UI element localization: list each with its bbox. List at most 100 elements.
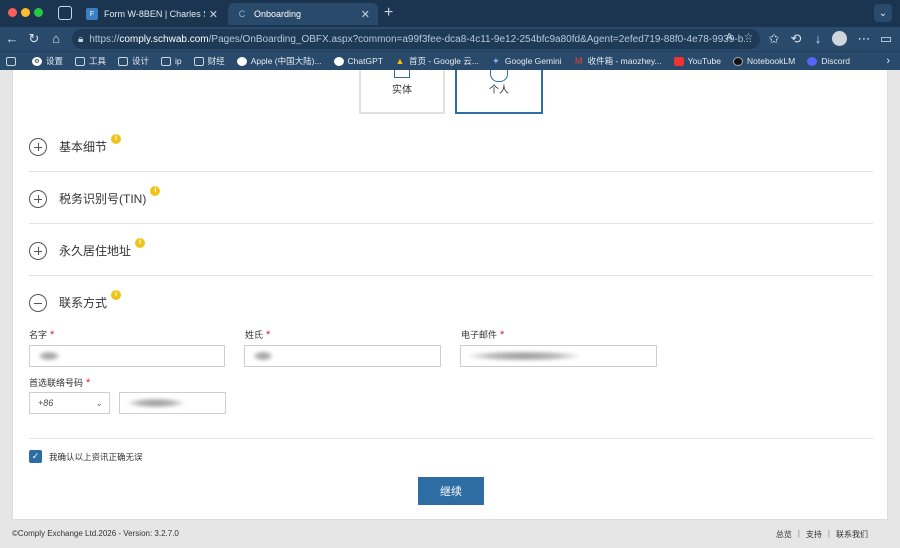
chatgpt-icon <box>333 56 344 66</box>
bookmark-ip[interactable]: ip <box>161 56 182 66</box>
section-basic-details[interactable]: 基本细节i <box>29 120 873 172</box>
tab-actions-icon[interactable] <box>58 6 72 20</box>
info-icon[interactable]: i <box>150 186 161 196</box>
expand-plus-icon[interactable] <box>29 242 47 260</box>
bookmarks-toggle[interactable] <box>6 56 20 66</box>
tab-title: Form W-8BEN | Charles Schwab <box>104 9 205 19</box>
discord-icon <box>807 56 818 66</box>
folder-icon <box>118 56 129 66</box>
confirm-checkbox[interactable]: ✓ <box>29 450 42 463</box>
home-icon[interactable]: ⌂ <box>48 31 64 46</box>
gear-icon: ⚙ <box>32 56 42 66</box>
last-name-input[interactable] <box>244 345 441 367</box>
expand-plus-icon[interactable] <box>29 138 47 156</box>
footer-link-overview[interactable]: 总览 <box>776 529 792 540</box>
tab-form-w8ben[interactable]: F Form W-8BEN | Charles Schwab ✕ <box>78 3 226 25</box>
bookmark-google-drive[interactable]: ▲ 首页 - Google 云... <box>395 55 479 67</box>
bookmark-youtube[interactable]: YouTube <box>673 56 722 66</box>
confirm-label: 我确认以上资讯正确无误 <box>49 452 143 462</box>
section-permanent-address[interactable]: 永久居住地址i <box>29 224 873 276</box>
phone-label: 首选联络号码 * <box>29 377 91 389</box>
close-tab-icon[interactable]: ✕ <box>361 8 370 21</box>
apple-icon <box>236 56 247 66</box>
continue-button[interactable]: 继续 <box>418 477 484 505</box>
download-icon[interactable]: ↓ <box>810 31 826 46</box>
browser-toolbar: ← ↻ ⌂ 🔒︎ https://comply.schwab.com/Pages… <box>0 27 900 51</box>
tab-title: Onboarding <box>254 9 302 19</box>
collapse-minus-icon[interactable] <box>29 294 47 312</box>
page-viewport: 实体 个人 基本细节i 税务识别号(TIN)i 永久居住地址i 联系方式i 名字… <box>0 70 900 548</box>
footer-separator: | <box>827 529 830 538</box>
footer-links: 总览 | 支持 | 联系我们 <box>770 529 874 540</box>
entity-type-tile-entity[interactable]: 实体 <box>359 70 445 114</box>
bookmark-label: 首页 - Google 云... <box>408 56 479 66</box>
bookmark-label: 设置 <box>46 56 64 66</box>
url-scheme: https:// <box>89 33 120 45</box>
footer-link-support[interactable]: 支持 <box>806 529 822 540</box>
more-menu-icon[interactable]: ⋯ <box>856 31 872 47</box>
chevron-down-icon[interactable]: ⌄ <box>874 4 892 22</box>
favorite-star-icon[interactable]: ☆ <box>744 32 753 43</box>
section-title: 永久居住地址i <box>59 238 146 259</box>
tile-label: 实体 <box>392 85 412 96</box>
gmail-icon: M <box>574 56 583 66</box>
tab-onboarding[interactable]: C Onboarding ✕ <box>228 3 378 25</box>
required-asterisk: * <box>86 377 91 389</box>
footer-link-contact[interactable]: 联系我们 <box>836 529 868 540</box>
history-icon[interactable]: ⟲ <box>788 31 804 47</box>
bookmark-design[interactable]: 设计 <box>118 55 149 67</box>
bookmark-label: Google Gemini <box>504 56 562 66</box>
copyright-text: ©Comply Exchange Ltd.2026 - Version: 3.2… <box>12 529 179 538</box>
first-name-input[interactable] <box>29 345 225 367</box>
bookmark-tools[interactable]: 工具 <box>75 55 106 67</box>
reload-icon[interactable]: ↻ <box>26 31 42 47</box>
notebooklm-icon <box>733 56 744 66</box>
profile-avatar[interactable] <box>832 31 847 46</box>
favorites-icon[interactable]: ✩ <box>766 31 782 47</box>
chevron-right-icon[interactable]: › <box>886 55 890 67</box>
bookmark-gmail[interactable]: M 收件箱 - maozhey... <box>574 55 662 67</box>
new-tab-button[interactable]: + <box>384 4 393 22</box>
back-arrow-icon[interactable]: ← <box>4 31 20 46</box>
required-asterisk: * <box>50 329 55 341</box>
bookmarks-bar: ⚙ 设置 工具 设计 ip 财经 Apple (中国大陆)... ChatGPT … <box>0 51 900 70</box>
bookmark-label: YouTube <box>687 56 722 66</box>
sidebar-toggle-icon[interactable]: ▭ <box>878 31 894 47</box>
bookmark-apple[interactable]: Apple (中国大陆)... <box>236 55 322 67</box>
bookmark-discord[interactable]: Discord <box>807 56 850 66</box>
required-asterisk: * <box>266 329 271 341</box>
section-title: 基本细节i <box>59 134 122 155</box>
bookmark-gemini[interactable]: ✦ Google Gemini <box>491 56 562 67</box>
close-tab-icon[interactable]: ✕ <box>209 8 218 21</box>
bookmark-label: 财经 <box>207 56 225 66</box>
bookmark-finance[interactable]: 财经 <box>193 55 225 67</box>
email-input[interactable] <box>460 345 657 367</box>
url-path: /Pages/OnBoarding_OBFX.aspx?common=a99f3… <box>208 33 752 45</box>
address-bar[interactable]: 🔒︎ https://comply.schwab.com/Pages/OnBoa… <box>72 29 760 49</box>
url-host: comply.schwab.com <box>119 33 209 45</box>
section-tin[interactable]: 税务识别号(TIN)i <box>29 172 873 224</box>
onboarding-form-card: 实体 个人 基本细节i 税务识别号(TIN)i 永久居住地址i 联系方式i 名字… <box>12 70 888 520</box>
minimize-window-button[interactable] <box>21 8 30 17</box>
country-code-select[interactable]: +86 ⌄ <box>29 392 110 414</box>
bookmark-settings[interactable]: ⚙ 设置 <box>32 55 63 67</box>
entity-type-tile-individual[interactable]: 个人 <box>455 70 543 114</box>
tab-favicon-icon: F <box>86 8 98 20</box>
info-icon[interactable]: i <box>111 290 122 300</box>
bookmark-chatgpt[interactable]: ChatGPT <box>333 56 383 66</box>
youtube-icon <box>673 56 684 66</box>
section-contact[interactable]: 联系方式i <box>29 276 873 330</box>
read-aloud-icon[interactable]: A <box>726 32 733 43</box>
bookmark-label: Apple (中国大陆)... <box>250 56 322 66</box>
info-icon[interactable]: i <box>111 134 122 144</box>
phone-input[interactable] <box>119 392 226 414</box>
bookmark-label: 工具 <box>89 56 107 66</box>
info-icon[interactable]: i <box>135 238 146 248</box>
maximize-window-button[interactable] <box>34 8 43 17</box>
folder-icon <box>75 56 86 66</box>
keyboard-icon <box>6 56 16 66</box>
close-window-button[interactable] <box>8 8 17 17</box>
lock-icon: 🔒︎ <box>78 33 84 45</box>
expand-plus-icon[interactable] <box>29 190 47 208</box>
bookmark-notebooklm[interactable]: NotebookLM <box>733 56 795 66</box>
